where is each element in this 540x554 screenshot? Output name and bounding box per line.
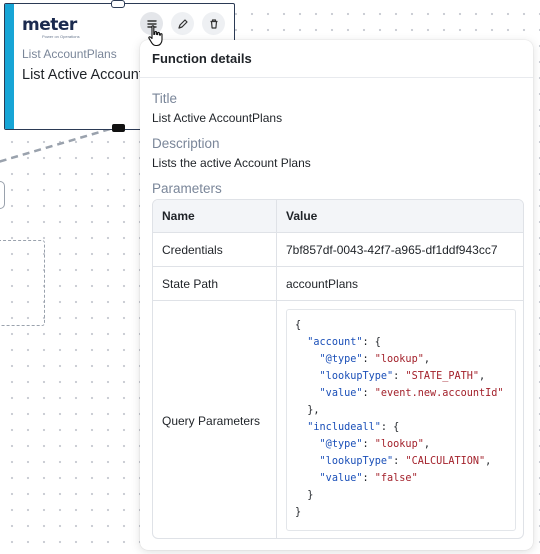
table-row: Credentials 7bf857df-0043-42f7-a965-df1d… bbox=[153, 233, 523, 267]
description-label: Description bbox=[152, 136, 220, 151]
json-code-block: { "account": { "@type": "lookup", "looku… bbox=[286, 309, 516, 531]
query-parameters-json: { "account": { "@type": "lookup", "looku… bbox=[295, 320, 504, 518]
node-type-label: List AccountPlans bbox=[22, 47, 117, 61]
meter-logo: meter Power on Operations bbox=[22, 15, 80, 39]
table-header-row: Name Value bbox=[153, 200, 523, 233]
popover-header: Function details bbox=[152, 51, 252, 66]
param-name: Credentials bbox=[153, 233, 277, 266]
trash-icon bbox=[210, 18, 217, 29]
table-row: State Path accountPlans bbox=[153, 267, 523, 301]
title-label: Title bbox=[152, 91, 178, 106]
edit-button[interactable] bbox=[171, 12, 194, 35]
pencil-icon bbox=[177, 18, 188, 29]
param-name: Query Parameters bbox=[153, 301, 277, 538]
param-name: State Path bbox=[153, 267, 277, 300]
connector-edge bbox=[0, 127, 111, 163]
hand-cursor-icon bbox=[148, 25, 163, 47]
logo-tagline: Power on Operations bbox=[42, 34, 80, 39]
description-value: Lists the active Account Plans bbox=[152, 156, 311, 170]
param-value: { "account": { "@type": "lookup", "looku… bbox=[277, 301, 523, 538]
canvas-node-partial[interactable] bbox=[0, 181, 5, 209]
logo-text: meter bbox=[22, 15, 77, 35]
column-header-name: Name bbox=[153, 200, 277, 232]
node-input-handle[interactable] bbox=[111, 0, 125, 8]
table-row: Query Parameters { "account": { "@type":… bbox=[153, 301, 523, 538]
node-accent-bar bbox=[5, 4, 14, 129]
node-output-handle[interactable] bbox=[112, 124, 125, 132]
parameters-table: Name Value Credentials 7bf857df-0043-42f… bbox=[152, 199, 524, 539]
popover-divider bbox=[140, 77, 533, 78]
param-value: accountPlans bbox=[286, 276, 359, 291]
parameters-label: Parameters bbox=[152, 181, 222, 196]
title-value: List Active AccountPlans bbox=[152, 111, 283, 125]
delete-button[interactable] bbox=[202, 12, 225, 35]
param-value: 7bf857df-0043-42f7-a965-df1ddf943cc7 bbox=[286, 242, 498, 257]
column-header-value: Value bbox=[286, 209, 318, 223]
canvas-placeholder-box[interactable] bbox=[0, 240, 45, 326]
function-details-popover: Function details Title List Active Accou… bbox=[140, 40, 533, 550]
